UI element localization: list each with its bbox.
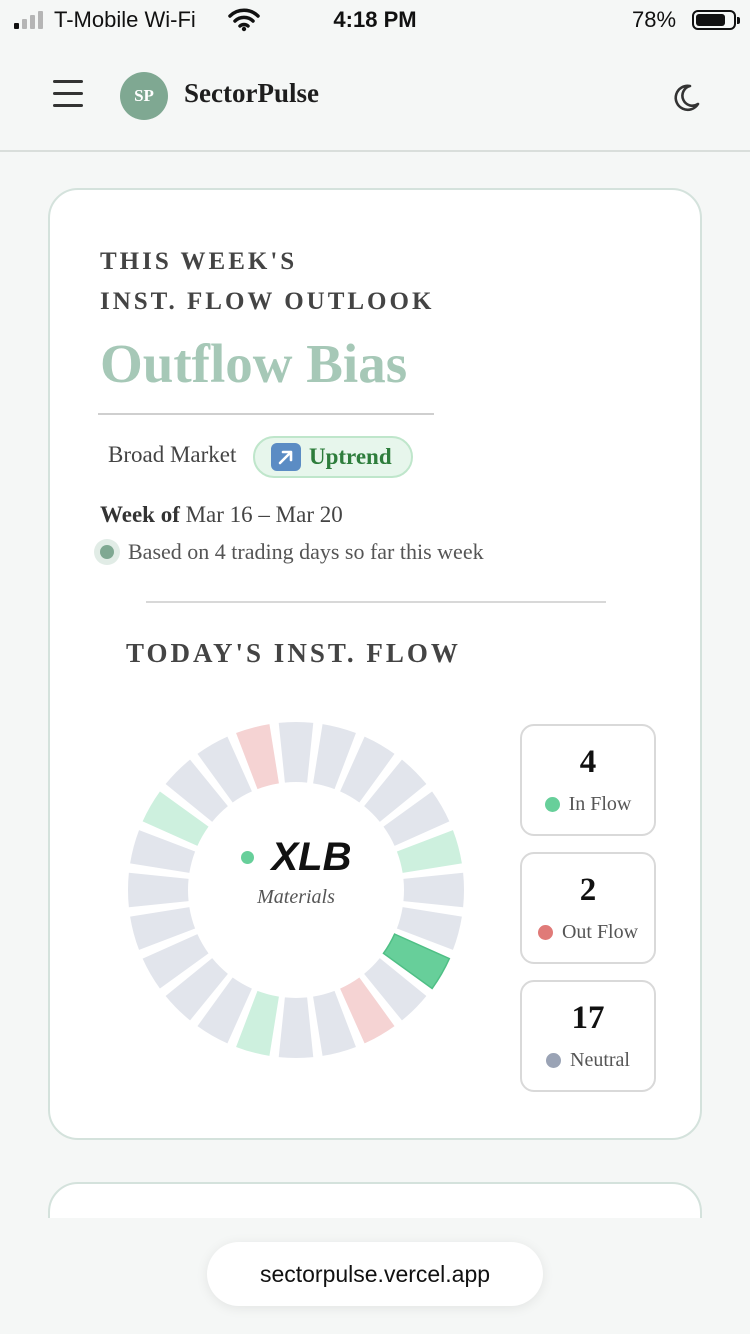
outlook-heading-line1: THIS WEEK'S	[100, 248, 298, 275]
broad-market-label: Broad Market	[108, 442, 237, 467]
neutral-dot-icon	[546, 1053, 561, 1068]
app-header: SP SectorPulse	[0, 40, 750, 152]
battery-icon	[692, 10, 740, 30]
flow-status-dot	[240, 851, 254, 864]
trend-badge: Uptrend	[253, 436, 413, 478]
inflow-stat-card[interactable]: 4 In Flow	[520, 724, 656, 836]
outlook-value: Outflow Bias	[100, 333, 408, 394]
outflow-stat-card[interactable]: 2 Out Flow	[520, 852, 656, 964]
trading-days-note: Based on 4 trading days so far this week	[94, 539, 484, 565]
status-dot-icon	[94, 539, 120, 565]
logo-avatar[interactable]: SP	[120, 72, 168, 120]
neutral-count: 17	[571, 1000, 605, 1036]
outflow-label: Out Flow	[561, 921, 639, 943]
divider	[98, 413, 434, 415]
inflow-count: 4	[579, 744, 597, 780]
moon-icon[interactable]	[668, 80, 704, 116]
outlook-heading-line2: INST. FLOW OUTLOOK	[100, 288, 435, 315]
status-bar: T-Mobile Wi-Fi 4:18 PM 78%	[0, 0, 750, 40]
selected-sector: XLB Materials	[124, 835, 468, 909]
donut-segment-neutral[interactable]	[278, 997, 314, 1058]
trading-days-text: Based on 4 trading days so far this week	[128, 539, 484, 564]
inflow-label: In Flow	[568, 793, 632, 815]
up-right-arrow-icon	[271, 443, 301, 471]
selected-ticker: XLB	[271, 835, 352, 879]
week-prefix: Week of	[100, 502, 180, 527]
divider	[146, 601, 606, 603]
donut-segment-neutral[interactable]	[278, 722, 314, 783]
today-flow-heading: TODAY'S INST. FLOW	[126, 638, 461, 668]
selected-sector-name: Materials	[257, 886, 335, 908]
week-range: Week of Mar 16 – Mar 20	[100, 502, 343, 528]
inflow-dot-icon	[544, 797, 560, 812]
neutral-stat-card[interactable]: 17 Neutral	[520, 980, 656, 1092]
outlook-heading: THIS WEEK'S INST. FLOW OUTLOOK	[100, 242, 434, 322]
trend-label: Uptrend	[309, 444, 392, 469]
outflow-count: 2	[579, 872, 597, 908]
weekly-outlook-card: THIS WEEK'S INST. FLOW OUTLOOK Outflow B…	[48, 188, 702, 1140]
outflow-dot-icon	[537, 925, 553, 940]
brand-name[interactable]: SectorPulse	[184, 78, 319, 109]
battery-percent: 78%	[632, 7, 677, 32]
hamburger-menu-icon[interactable]	[53, 80, 83, 108]
neutral-label: Neutral	[570, 1049, 630, 1071]
url-bar[interactable]: sectorpulse.vercel.app	[207, 1242, 543, 1306]
week-dates: Mar 16 – Mar 20	[185, 502, 343, 527]
